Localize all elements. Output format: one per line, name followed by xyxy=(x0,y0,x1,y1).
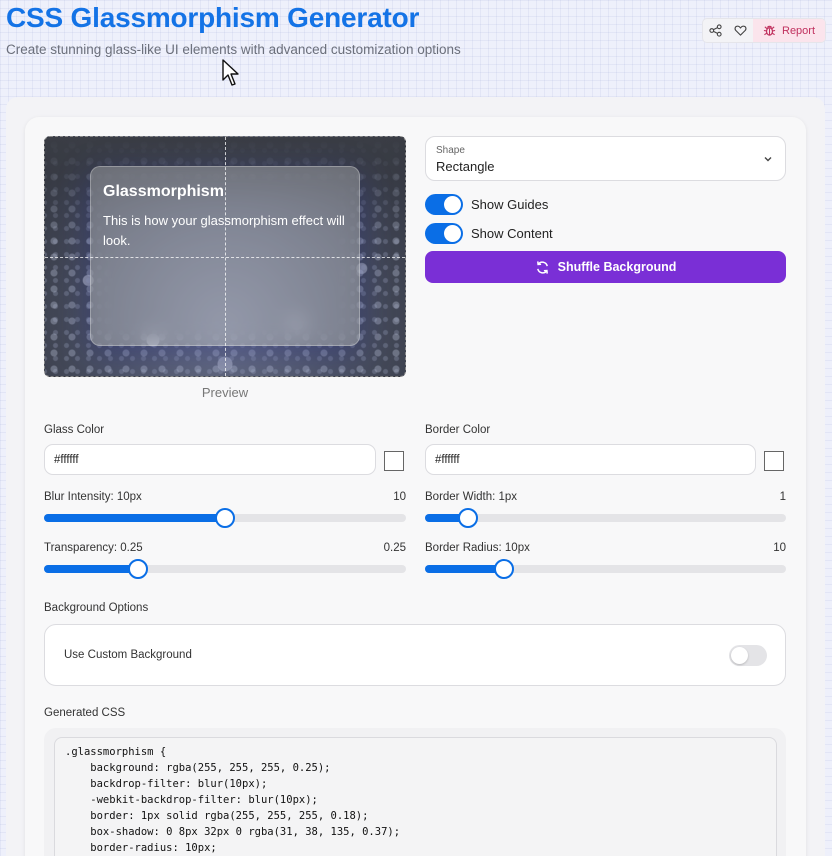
share-button[interactable] xyxy=(703,19,728,42)
generated-css-code[interactable]: .glassmorphism { background: rgba(255, 2… xyxy=(54,737,777,856)
border-width-slider[interactable] xyxy=(425,508,786,528)
top-actions: Report xyxy=(702,18,827,43)
show-guides-label: Show Guides xyxy=(471,197,549,212)
show-guides-toggle[interactable] xyxy=(425,194,463,215)
custom-background-box: Use Custom Background xyxy=(44,624,786,686)
heart-icon xyxy=(734,25,747,36)
border-radius-label: Border Radius: 10px xyxy=(425,542,530,554)
shuffle-background-button[interactable]: Shuffle Background xyxy=(425,251,786,283)
report-label: Report xyxy=(782,24,816,37)
chevron-down-icon xyxy=(764,157,772,162)
border-color-input[interactable] xyxy=(425,444,756,475)
show-content-toggle[interactable] xyxy=(425,223,463,244)
glass-text: This is how your glassmorphism effect wi… xyxy=(103,213,345,248)
custom-background-toggle[interactable] xyxy=(729,645,767,666)
blur-intensity-label: Blur Intensity: 10px xyxy=(44,491,142,503)
report-button[interactable]: Report xyxy=(753,19,826,42)
border-color-swatch[interactable] xyxy=(764,451,784,471)
show-guides-row: Show Guides xyxy=(425,194,548,215)
border-color-label: Border Color xyxy=(425,424,491,436)
glass-color-input[interactable] xyxy=(44,444,376,475)
generated-css-label: Generated CSS xyxy=(44,707,126,719)
shuffle-background-label: Shuffle Background xyxy=(557,260,677,274)
transparency-label: Transparency: 0.25 xyxy=(44,542,143,554)
show-content-row: Show Content xyxy=(425,223,553,244)
glass-color-swatch[interactable] xyxy=(384,451,404,471)
border-width-value: 1 xyxy=(779,491,786,503)
blur-intensity-value: 10 xyxy=(393,491,406,503)
glass-color-label: Glass Color xyxy=(44,424,105,436)
page-title: CSS Glassmorphism Generator xyxy=(6,2,420,33)
transparency-thumb[interactable] xyxy=(128,559,149,579)
mouse-cursor-icon xyxy=(222,59,239,86)
refresh-icon xyxy=(536,260,548,274)
preview-label: Preview xyxy=(201,385,249,400)
background-options-label: Background Options xyxy=(44,602,149,614)
blur-intensity-thumb[interactable] xyxy=(215,508,235,528)
shape-select-label: Shape xyxy=(436,145,465,156)
horizontal-guide xyxy=(45,257,405,258)
border-width-label: Border Width: 1px xyxy=(425,491,518,503)
share-icon xyxy=(709,24,722,37)
custom-background-label: Use Custom Background xyxy=(64,649,192,661)
show-content-label: Show Content xyxy=(471,226,553,241)
border-radius-value: 10 xyxy=(773,542,786,554)
border-radius-slider[interactable] xyxy=(425,559,786,579)
bug-icon xyxy=(763,25,776,36)
preview-canvas: Glassmorphism This is how your glassmorp… xyxy=(44,136,406,377)
page-subtitle: Create stunning glass-like UI elements w… xyxy=(6,42,461,57)
glass-title: Glassmorphism xyxy=(103,183,224,200)
transparency-slider[interactable] xyxy=(44,559,406,579)
transparency-value: 0.25 xyxy=(383,542,406,554)
favorite-button[interactable] xyxy=(728,19,753,42)
shape-select[interactable]: Shape Rectangle xyxy=(425,136,786,181)
blur-intensity-slider[interactable] xyxy=(44,508,406,528)
shape-select-value: Rectangle xyxy=(436,159,495,174)
